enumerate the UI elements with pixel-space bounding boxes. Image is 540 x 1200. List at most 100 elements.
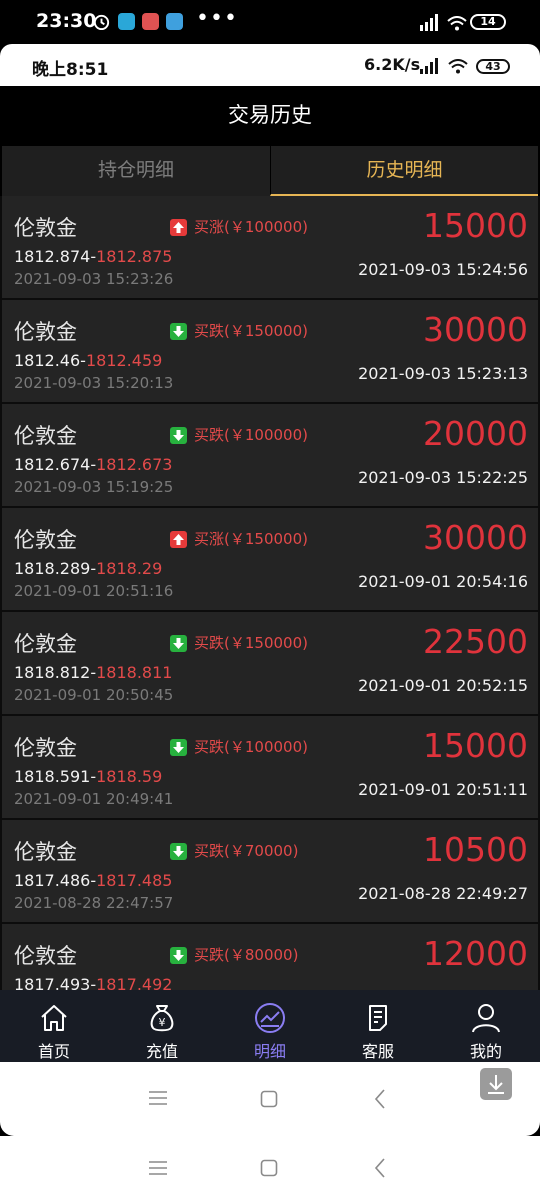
open-price: 1818.289	[14, 559, 91, 578]
product-name: 伦敦金	[14, 320, 77, 344]
profit-amount: 15000	[423, 206, 528, 245]
user-icon	[472, 1004, 500, 1033]
trade-row[interactable]: 伦敦金 买跌(￥100000) 1812.674-1812.673 2021-09-0…	[2, 404, 538, 506]
open-price: 1812.874	[14, 247, 91, 266]
arrow-down-icon	[170, 323, 187, 340]
chart-trend-icon	[255, 1003, 285, 1033]
open-time: 2021-09-03 15:20:13	[14, 374, 174, 392]
trade-row[interactable]: 伦敦金 买涨(￥150000) 1818.289-1818.29 2021-09-01…	[2, 508, 538, 610]
price-range: 1812.674-1812.673	[14, 455, 172, 474]
back-icon[interactable]	[374, 1089, 386, 1109]
trade-direction: 买跌(￥70000)	[194, 842, 299, 860]
nav-home[interactable]: 首页	[0, 990, 108, 1062]
product-name: 伦敦金	[14, 840, 77, 864]
open-price: 1818.812	[14, 663, 91, 682]
product-name: 伦敦金	[14, 528, 77, 552]
trade-row[interactable]: 伦敦金 买跌(￥150000) 1812.46-1812.459 2021-09-03…	[2, 300, 538, 402]
app-status-time: 晚上8:51	[32, 60, 109, 80]
menu-icon[interactable]	[148, 1090, 168, 1106]
battery-indicator: 14	[470, 14, 506, 30]
price-range: 1818.812-1818.811	[14, 663, 172, 682]
arrow-down-icon	[170, 947, 187, 964]
system-navigation-bar	[0, 1062, 540, 1136]
open-time: 2021-09-03 15:19:25	[14, 478, 174, 496]
download-icon	[488, 1075, 504, 1094]
arrow-up-icon	[170, 219, 187, 236]
nav-recharge[interactable]: ¥ 充值	[108, 990, 216, 1062]
system-status-bar: 23:30 ••• 14	[0, 0, 540, 44]
nav-support[interactable]: 客服	[324, 990, 432, 1062]
close-time: 2021-08-28 22:49:27	[358, 884, 528, 903]
app-status-bar: 晚上8:51 6.2K/s 43	[0, 44, 540, 86]
tab-bar: 持仓明细 历史明细	[2, 146, 538, 196]
bottom-navigation: 首页 ¥ 充值 明细 客服 我的	[0, 990, 540, 1062]
page-title: 交易历史	[0, 86, 540, 146]
trade-history-list[interactable]: 伦敦金 买涨(￥100000) 1812.874-1812.875 2021-09-0…	[0, 196, 540, 990]
open-price: 1818.591	[14, 767, 91, 786]
close-time: 2021-09-03 15:24:56	[358, 260, 528, 279]
trade-direction: 买跌(￥100000)	[194, 738, 308, 756]
nav-recharge-label: 充值	[145, 1042, 178, 1061]
close-price: 1818.811	[96, 663, 173, 682]
price-range: 1817.493-1817.492	[14, 975, 172, 990]
close-price: 1812.459	[85, 351, 163, 370]
open-time: 2021-08-28 22:47:57	[14, 894, 174, 912]
trade-row[interactable]: 伦敦金 买跌(￥100000) 1818.591-1818.59 2021-09-01…	[2, 716, 538, 818]
price-range: 1812.874-1812.875	[14, 247, 172, 266]
nav-details-label: 明细	[253, 1042, 286, 1061]
home-square-icon[interactable]	[260, 1090, 278, 1108]
price-range: 1818.289-1818.29	[14, 559, 162, 578]
profit-amount: 30000	[423, 518, 528, 557]
wifi-icon	[448, 59, 468, 74]
battery-indicator: 43	[476, 59, 510, 74]
open-time: 2021-09-01 20:49:41	[14, 790, 174, 808]
svg-text:¥: ¥	[159, 1016, 166, 1029]
trade-direction: 买跌(￥80000)	[194, 946, 299, 964]
nav-profile[interactable]: 我的	[432, 990, 540, 1062]
download-button[interactable]	[480, 1068, 512, 1100]
close-price: 1812.673	[96, 455, 173, 474]
profit-amount: 20000	[423, 414, 528, 453]
trade-row[interactable]: 伦敦金 买跌(￥80000) 1817.493-1817.492 12000	[2, 924, 538, 990]
trade-row[interactable]: 伦敦金 买跌(￥150000) 1818.812-1818.811 2021-09-0…	[2, 612, 538, 714]
profit-amount: 10500	[423, 830, 528, 869]
tab-positions[interactable]: 持仓明细	[2, 146, 270, 196]
arrow-up-icon	[170, 531, 187, 548]
trade-row[interactable]: 伦敦金 买跌(￥70000) 1817.486-1817.485 2021-08-28…	[2, 820, 538, 922]
close-time: 2021-09-01 20:51:11	[358, 780, 528, 799]
trade-direction: 买涨(￥100000)	[194, 218, 308, 236]
tab-history[interactable]: 历史明细	[270, 146, 538, 196]
trade-direction: 买涨(￥150000)	[194, 530, 308, 548]
close-price: 1817.492	[96, 975, 173, 990]
close-price: 1812.875	[96, 247, 173, 266]
signal-icon	[420, 14, 438, 31]
alarm-icon	[93, 14, 110, 31]
profit-amount: 15000	[423, 726, 528, 765]
back-icon[interactable]	[374, 1158, 386, 1178]
nav-details[interactable]: 明细	[216, 990, 324, 1062]
price-range: 1817.486-1817.485	[14, 871, 172, 890]
home-icon	[41, 1005, 67, 1031]
arrow-down-icon	[170, 427, 187, 444]
open-time: 2021-09-03 15:23:26	[14, 270, 174, 288]
close-time: 2021-09-03 15:23:13	[358, 364, 528, 383]
trade-direction: 买跌(￥100000)	[194, 426, 308, 444]
nav-profile-label: 我的	[469, 1042, 502, 1061]
open-price: 1817.486	[14, 871, 91, 890]
close-price: 1818.29	[96, 559, 163, 578]
close-time: 2021-09-03 15:22:25	[358, 468, 528, 487]
arrow-down-icon	[170, 843, 187, 860]
home-square-icon[interactable]	[260, 1159, 278, 1177]
open-price: 1812.674	[14, 455, 91, 474]
profit-amount: 12000	[423, 934, 528, 973]
product-name: 伦敦金	[14, 424, 77, 448]
arrow-down-icon	[170, 739, 187, 756]
price-range: 1818.591-1818.59	[14, 767, 162, 786]
document-icon	[369, 1005, 387, 1031]
trade-row[interactable]: 伦敦金 买涨(￥100000) 1812.874-1812.875 2021-09-0…	[2, 196, 538, 298]
menu-icon[interactable]	[148, 1160, 168, 1176]
open-price: 1817.493	[14, 975, 91, 990]
more-notifications-icon: •••	[196, 6, 238, 31]
close-time: 2021-09-01 20:54:16	[358, 572, 528, 591]
product-name: 伦敦金	[14, 736, 77, 760]
